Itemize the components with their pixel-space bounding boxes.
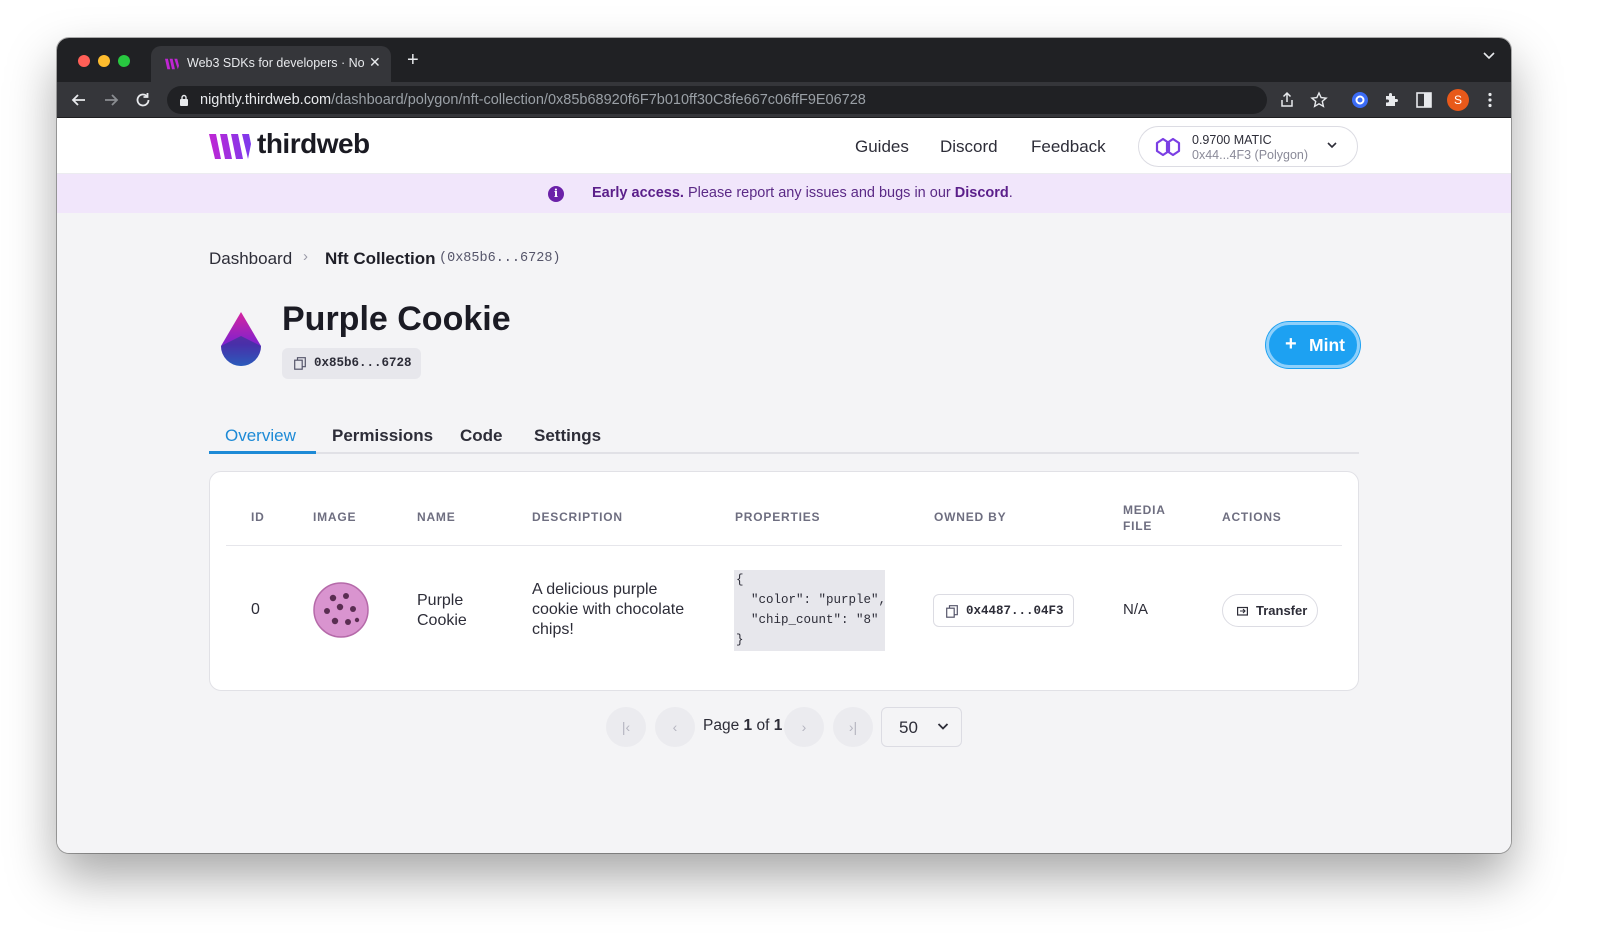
profile-avatar[interactable]: S <box>1447 89 1469 111</box>
forward-arrow-icon[interactable] <box>102 91 120 109</box>
transfer-icon <box>1237 606 1248 616</box>
chevron-down-icon <box>1327 142 1337 149</box>
column-header-properties: PROPERTIES <box>735 510 821 524</box>
copy-icon <box>294 357 306 370</box>
current-page: 1 <box>743 717 753 734</box>
column-header-media-file: MEDIA FILE <box>1123 503 1166 533</box>
last-page-icon[interactable]: ›| <box>833 707 873 747</box>
extensions-puzzle-icon[interactable] <box>1383 91 1401 109</box>
browser-window: Web3 SDKs for developers · No ✕ + nightl… <box>57 38 1511 853</box>
copy-contract-address-button[interactable]: 0x85b6...6728 <box>282 348 421 379</box>
breadcrumb-current: Nft Collection <box>325 249 436 268</box>
url-text: nightly.thirdweb.com/dashboard/polygon/n… <box>200 92 866 108</box>
url-host: nightly.thirdweb.com <box>200 92 332 108</box>
tab-title: Web3 SDKs for developers · No <box>187 56 365 70</box>
wallet-button[interactable]: 0.9700 MATIC 0x44...4F3 (Polygon) <box>1138 126 1358 167</box>
column-header-name: NAME <box>417 510 456 524</box>
share-icon[interactable] <box>1278 91 1296 109</box>
tab-code[interactable]: Code <box>460 426 503 446</box>
nft-collection-drop-icon <box>221 312 261 366</box>
polygon-icon <box>1155 137 1181 157</box>
banner-end: . <box>1008 185 1013 201</box>
banner-text: Early access. Please report any issues a… <box>592 185 1013 201</box>
logo-text[interactable]: thirdweb <box>257 128 370 160</box>
column-header-actions: ACTIONS <box>1222 510 1282 524</box>
contract-title: Purple Cookie <box>282 300 511 338</box>
new-tab-button[interactable]: + <box>407 50 419 70</box>
transfer-label: Transfer <box>1256 603 1308 618</box>
prev-page-icon[interactable]: ‹ <box>655 707 695 747</box>
minimize-window-button[interactable] <box>98 55 110 67</box>
site-header: thirdweb Guides Discord Feedback 0.9700 … <box>57 118 1511 174</box>
copy-owner-address-button[interactable]: 0x4487...04F3 <box>933 594 1074 627</box>
transfer-button[interactable]: Transfer <box>1222 594 1318 627</box>
column-header-image: IMAGE <box>313 510 357 524</box>
next-page-icon[interactable]: › <box>784 707 824 747</box>
page-size-select[interactable]: 50 <box>881 707 962 747</box>
nft-id: 0 <box>251 601 260 618</box>
banner-discord-link[interactable]: Discord <box>955 185 1009 201</box>
mint-label: Mint <box>1309 335 1345 355</box>
column-header-id: ID <box>251 510 265 524</box>
browser-tab-bar: Web3 SDKs for developers · No ✕ + <box>57 38 1511 82</box>
maximize-window-button[interactable] <box>118 55 130 67</box>
close-tab-icon[interactable]: ✕ <box>369 54 381 71</box>
breadcrumb-address: (0x85b6...6728) <box>439 251 561 266</box>
browser-tab[interactable]: Web3 SDKs for developers · No ✕ <box>151 46 391 82</box>
page-content: thirdweb Guides Discord Feedback 0.9700 … <box>57 118 1511 853</box>
tab-search-chevron-icon[interactable] <box>1483 52 1495 60</box>
nav-discord[interactable]: Discord <box>940 137 998 157</box>
tab-overview[interactable]: Overview <box>225 426 296 446</box>
side-panel-icon[interactable] <box>1415 91 1433 109</box>
first-page-icon[interactable]: |‹ <box>606 707 646 747</box>
plus-icon: + <box>1285 333 1297 355</box>
contract-tabs: Overview Permissions Code Settings <box>209 418 1359 454</box>
thirdweb-logo-icon[interactable] <box>209 134 251 159</box>
chevron-down-icon <box>937 723 949 730</box>
url-path: /dashboard/polygon/nft-collection/0x85b6… <box>331 92 866 108</box>
copy-icon <box>946 605 958 618</box>
browser-menu-icon[interactable] <box>1481 91 1499 109</box>
nft-description: A delicious purple cookie with chocolate… <box>532 581 685 638</box>
total-pages: 1 <box>773 717 783 734</box>
bookmark-star-icon[interactable] <box>1310 91 1328 109</box>
pagination-label: Page 1 of 1 <box>703 717 782 735</box>
nav-guides[interactable]: Guides <box>855 137 909 157</box>
tab-permissions[interactable]: Permissions <box>332 426 433 446</box>
early-access-banner: i Early access. Please report any issues… <box>57 174 1511 213</box>
close-window-button[interactable] <box>78 55 90 67</box>
tab-settings[interactable]: Settings <box>534 426 601 446</box>
thirdweb-favicon-icon <box>165 58 179 70</box>
nft-properties: { "color": "purple", "chip_count": "8" } <box>734 570 886 651</box>
of-word: of <box>756 717 770 734</box>
info-icon: i <box>548 186 564 202</box>
breadcrumb-separator: › <box>303 248 308 265</box>
banner-body: Please report any issues and bugs in our <box>683 185 955 201</box>
banner-strong: Early access. <box>592 185 684 201</box>
wallet-balance: 0.9700 MATIC <box>1192 133 1272 147</box>
nav-feedback[interactable]: Feedback <box>1031 137 1106 157</box>
address-bar[interactable]: nightly.thirdweb.com/dashboard/polygon/n… <box>167 86 1267 114</box>
page-word: Page <box>703 717 740 734</box>
lock-icon <box>180 94 188 106</box>
column-header-owned-by: OWNED BY <box>934 510 1007 524</box>
active-tab-indicator <box>209 451 316 454</box>
media-file-value: N/A <box>1123 601 1149 618</box>
header-divider <box>226 545 1342 546</box>
breadcrumb-dashboard[interactable]: Dashboard <box>209 249 292 269</box>
contract-address: 0x85b6...6728 <box>314 356 412 370</box>
reload-icon[interactable] <box>134 91 152 109</box>
owner-address: 0x4487...04F3 <box>966 604 1064 618</box>
extension-circle-icon[interactable] <box>1351 91 1369 109</box>
wallet-address: 0x44...4F3 (Polygon) <box>1192 148 1309 162</box>
page-size-value: 50 <box>899 718 918 737</box>
mint-button[interactable]: + Mint <box>1266 322 1360 368</box>
nft-table-card: ID IMAGE NAME DESCRIPTION PROPERTIES OWN… <box>209 471 1359 691</box>
nft-name: Purple Cookie <box>417 592 467 629</box>
cookie-image <box>313 582 369 638</box>
column-header-description: DESCRIPTION <box>532 510 623 524</box>
back-arrow-icon[interactable] <box>70 91 88 109</box>
browser-toolbar: nightly.thirdweb.com/dashboard/polygon/n… <box>57 82 1511 118</box>
